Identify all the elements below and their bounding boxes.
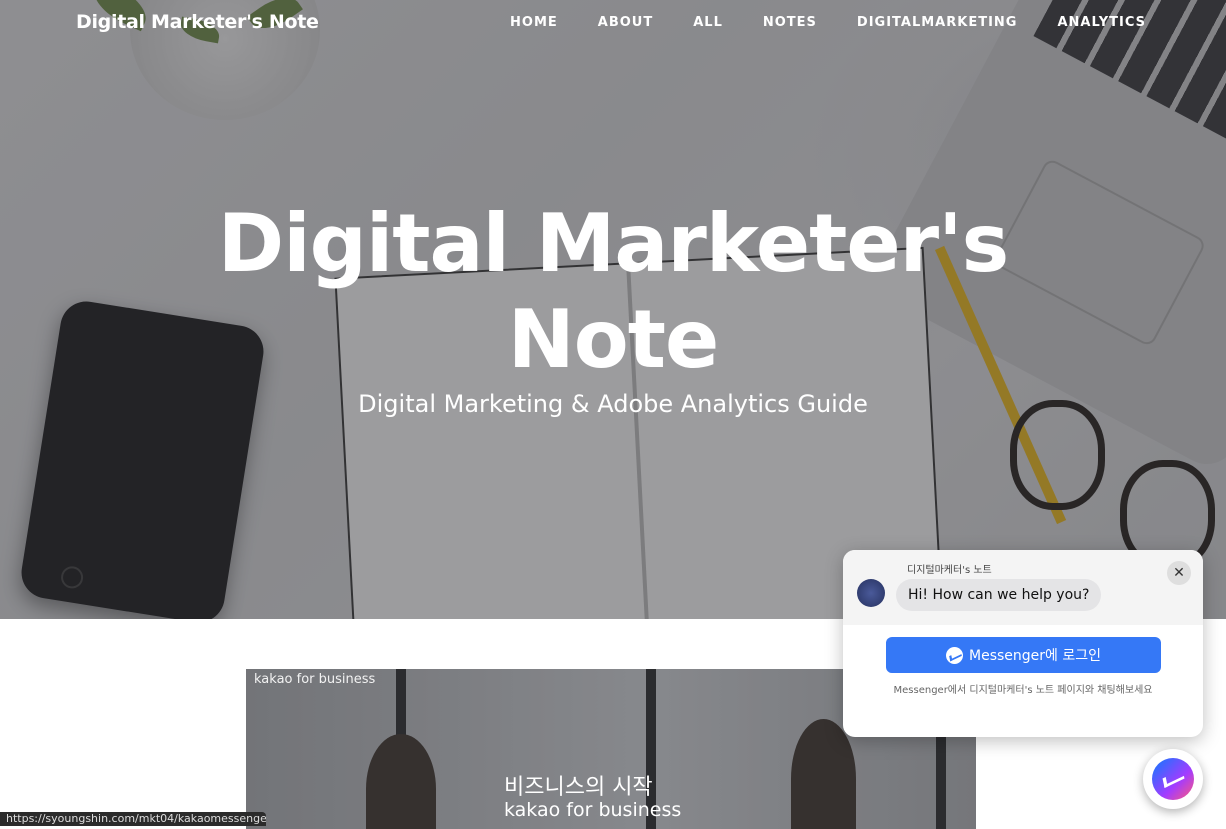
close-icon[interactable]: ✕ [1167,561,1191,585]
page-name: 디지털마케터's 노트 [907,565,992,576]
messenger-icon [1152,758,1194,800]
kakao-headline: 비즈니스의 시작 [504,775,653,800]
hero-banner: Digital Marketer's Note HOME ABOUT ALL N… [0,0,1226,619]
nav-notes[interactable]: NOTES [763,15,817,30]
nav-about[interactable]: ABOUT [598,15,653,30]
kakao-logo: kakao for business [254,672,376,687]
nav-digitalmarketing[interactable]: DIGITALMARKETING [857,15,1018,30]
status-bar-url: https://syoungshin.com/mkt04/kakaomessen… [0,812,266,826]
main-nav: HOME ABOUT ALL NOTES DIGITALMARKETING AN… [510,15,1146,30]
messenger-chat-popup: 디지털마케터's 노트 Hi! How can we help you? ✕ M… [843,550,1203,737]
nav-all[interactable]: ALL [693,15,723,30]
messenger-note: Messenger에서 디지털마케터's 노트 페이지와 채팅해보세요 [893,685,1153,696]
hero-title-line1: Digital Marketer's [217,197,1009,290]
page-avatar [857,579,885,607]
messenger-login-label: Messenger에 로그인 [969,648,1101,664]
messenger-login-button[interactable]: Messenger에 로그인 [886,637,1161,673]
hero-subtitle: Digital Marketing & Adobe Analytics Guid… [358,390,868,418]
site-brand-link[interactable]: Digital Marketer's Note [76,11,319,33]
messenger-chat-button[interactable] [1143,749,1203,809]
greeting-bubble: Hi! How can we help you? [896,579,1102,611]
nav-analytics[interactable]: ANALYTICS [1057,15,1146,30]
hero-title: Digital Marketer's Note [0,196,1226,388]
kakao-subline: kakao for business [504,799,682,821]
messenger-icon [946,646,963,664]
nav-home[interactable]: HOME [510,15,558,30]
hero-title-line2: Note [507,293,719,386]
